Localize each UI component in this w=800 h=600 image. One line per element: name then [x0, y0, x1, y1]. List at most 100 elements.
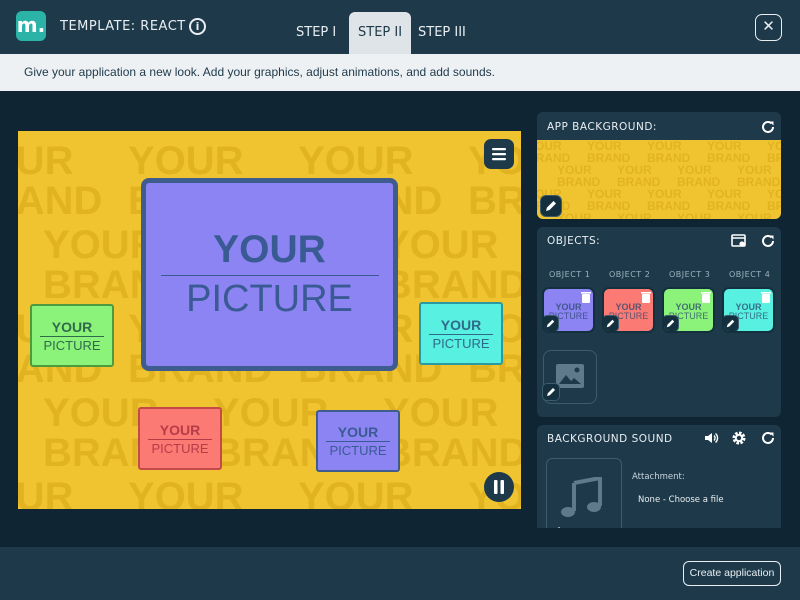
object-1-thumbnail[interactable]: YOUR PICTURE [542, 287, 595, 333]
brand-watermark-line: BRAND [707, 151, 751, 165]
brand-watermark-line: YOUR [677, 211, 712, 219]
brand-watermark-line: YOUR [647, 140, 682, 153]
brand-watermark-line: YOUR [128, 475, 244, 509]
picture-object-cyan[interactable]: YOUR PICTURE [419, 302, 503, 365]
picture-object-green[interactable]: YOUR PICTURE [30, 304, 114, 367]
picture-text-bottom: PICTURE [151, 440, 209, 456]
brand-watermark-line: YOUR [213, 391, 329, 435]
brand-watermark-text: YOURBRAND [128, 477, 272, 509]
brand-watermark-line: BRAND [767, 199, 781, 213]
edit-object-button[interactable] [544, 315, 559, 331]
brand-watermark-line: YOUR [647, 187, 682, 201]
app-preview-stage[interactable]: YOURBRANDYOURBRANDYOURBRANDYOURBRANDYOUR… [18, 131, 521, 509]
brand-watermark-text: YOURBRAND [617, 212, 660, 219]
tab-step-3[interactable]: STEP III [409, 12, 475, 54]
brand-watermark-text: YOURBRAND [767, 188, 781, 212]
close-button[interactable]: ✕ [755, 14, 782, 41]
pause-icon [494, 480, 504, 494]
brand-watermark-line: YOUR [767, 187, 781, 201]
refresh-icon[interactable] [760, 233, 776, 249]
brand-watermark-line: YOUR [383, 391, 499, 435]
footer-bar [0, 547, 800, 600]
hamburger-menu-icon [492, 148, 506, 161]
picture-text-bottom: PICTURE [432, 335, 490, 351]
instruction-text: Give your application a new look. Add yo… [0, 54, 800, 91]
edit-object-button[interactable] [604, 315, 619, 331]
picture-object-main[interactable]: YOUR PICTURE [141, 178, 398, 371]
picture-object-red[interactable]: YOUR PICTURE [138, 407, 222, 470]
object-1-label: OBJECT 1 [549, 270, 591, 279]
app-background-panel: APP BACKGROUND: YOURBRANDYOURBRANDYOURBR… [537, 112, 781, 219]
brand-watermark-line: YOUR [617, 163, 652, 177]
pencil-icon [547, 388, 555, 396]
objects-title: OBJECTS: [547, 235, 601, 247]
picture-divider [160, 275, 379, 276]
volume-icon[interactable] [703, 430, 719, 446]
brand-watermark-line: YOUR [128, 139, 244, 183]
brand-watermark-line: BRAND [383, 431, 521, 475]
trash-icon[interactable] [641, 291, 651, 303]
brand-watermark-line: BRAND [587, 199, 631, 213]
refresh-icon[interactable] [760, 430, 776, 446]
brand-watermark-line: YOUR [707, 140, 742, 153]
stage-menu-button[interactable] [484, 139, 514, 169]
brand-watermark-line: YOUR [587, 187, 622, 201]
object-3-label: OBJECT 3 [669, 270, 711, 279]
brand-watermark-text: YOURBRAND [383, 225, 521, 305]
brand-watermark-line: BRAND [468, 179, 521, 223]
app-background-preview[interactable]: YOURBRANDYOURBRANDYOURBRANDYOURBRANDYOUR… [537, 140, 781, 219]
edit-background-button[interactable] [540, 195, 562, 217]
brand-watermark-line: BRAND [537, 151, 571, 165]
attachment-file-link[interactable]: None - Choose a file [638, 495, 724, 505]
edit-object-button[interactable] [664, 315, 679, 331]
app-background-title: APP BACKGROUND: [547, 121, 657, 133]
picture-text-top: YOUR [440, 316, 482, 333]
brand-watermark-text: YOURBRAND [617, 164, 660, 188]
refresh-icon[interactable] [760, 119, 776, 135]
picture-text-top: YOUR [337, 424, 379, 440]
brand-watermark-text: YOURBRAND [383, 393, 521, 473]
brand-watermark-line: YOUR [617, 211, 652, 219]
trash-icon[interactable] [701, 291, 711, 303]
picture-text-top: YOUR [159, 421, 201, 438]
gear-icon[interactable] [731, 430, 747, 446]
upload-arrow-icon[interactable] [552, 527, 566, 528]
brand-watermark-text: YOURBRAND [737, 212, 780, 219]
brand-watermark-text: YOURBRAND [707, 188, 750, 212]
brand-watermark-line: BRAND [737, 175, 781, 189]
pencil-icon [666, 319, 675, 328]
brand-watermark-text: YOURBRAND [707, 140, 750, 164]
tab-step-2[interactable]: STEP II [349, 12, 412, 54]
trash-icon[interactable] [581, 291, 591, 303]
object-4-thumbnail[interactable]: YOUR PICTURE [722, 287, 775, 333]
picture-divider [429, 333, 493, 335]
brand-watermark-line: BRAND [767, 151, 781, 165]
object-settings-icon[interactable] [731, 233, 747, 249]
object-4-label: OBJECT 4 [729, 270, 771, 279]
pause-button[interactable] [484, 472, 514, 502]
music-note-icon [561, 477, 602, 517]
info-icon[interactable]: i [189, 18, 206, 35]
brand-watermark-line: BRAND [617, 175, 661, 189]
brand-watermark-line: YOUR [707, 187, 742, 201]
edit-object-button[interactable] [724, 315, 739, 331]
brand-watermark-line: YOUR [18, 475, 74, 509]
brand-watermark-line: YOUR [767, 140, 781, 153]
attachment-label: Attachment: [632, 472, 685, 482]
edit-new-object-button[interactable] [542, 383, 560, 401]
brand-watermark-line: YOUR [537, 140, 562, 153]
sound-upload-box[interactable] [546, 458, 622, 528]
object-3-thumbnail[interactable]: YOUR PICTURE [662, 287, 715, 333]
brand-watermark-text: YOURBRAND [677, 212, 720, 219]
create-application-button[interactable]: Create application [683, 561, 781, 586]
object-2-thumbnail[interactable]: YOUR PICTURE [602, 287, 655, 333]
app-logo: m. [16, 11, 46, 41]
pencil-icon [546, 319, 555, 328]
pencil-icon [606, 319, 615, 328]
brand-watermark-text: YOURBRAND [647, 140, 690, 164]
tab-step-1[interactable]: STEP I [287, 12, 345, 54]
brand-watermark-text: YOURBRAND [537, 140, 570, 164]
trash-icon[interactable] [761, 291, 771, 303]
add-object-button[interactable] [542, 350, 597, 404]
picture-object-purple[interactable]: YOUR PICTURE [316, 410, 400, 472]
